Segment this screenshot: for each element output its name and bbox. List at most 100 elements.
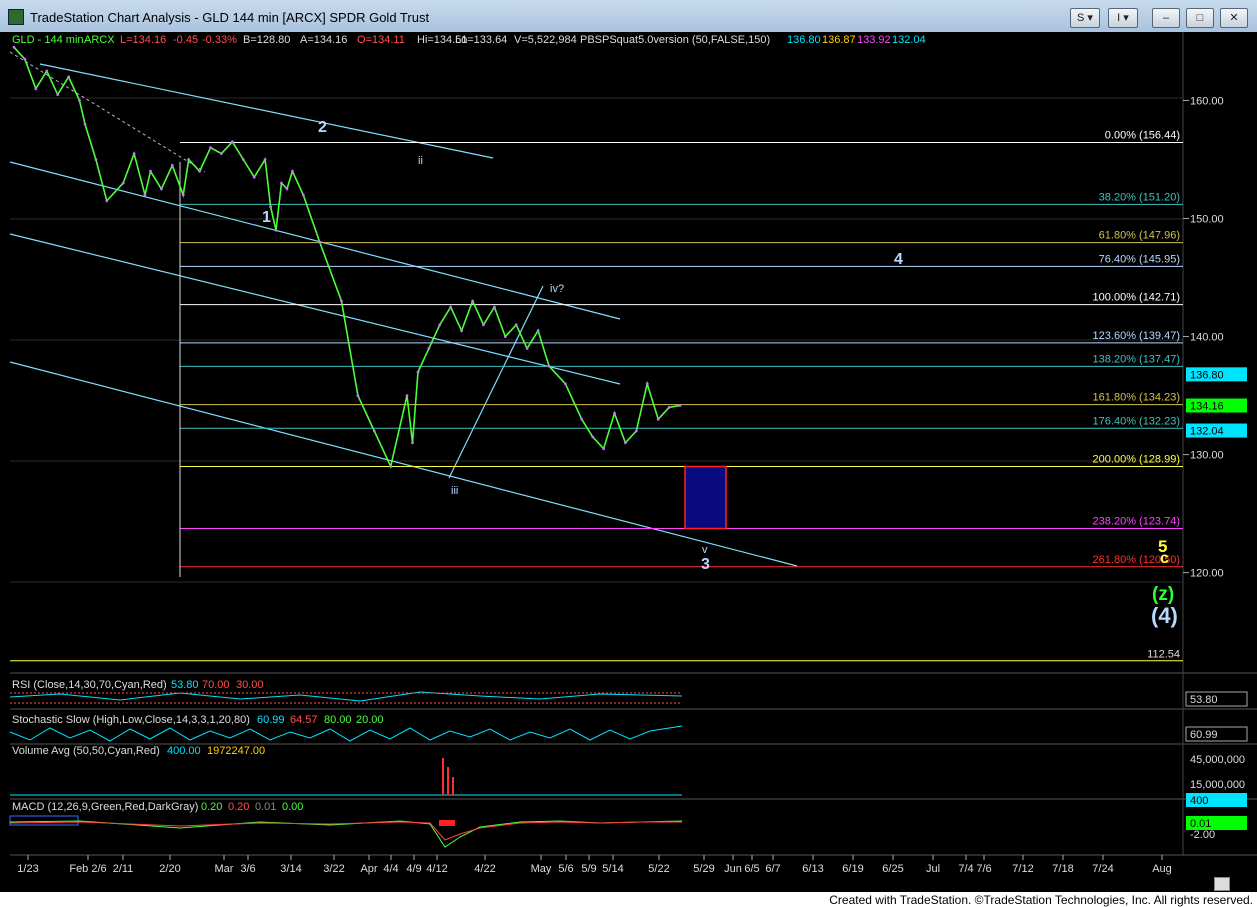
bid-price: B=128.80 [243,34,290,46]
price-tag: 136.80 [1190,369,1224,381]
price-point [269,205,272,209]
fib-label: 161.80% (134.23) [1093,392,1180,404]
price-point [198,169,202,173]
wave-label-iv: iv? [550,283,564,295]
wave-label-z: (z) [1152,584,1174,605]
indicator-link-button[interactable]: I ▾ [1108,8,1138,28]
price-tag: 134.16 [1190,401,1224,413]
price-point [493,305,496,309]
wave-label-iii: iii [451,485,458,497]
wave-label-c: c [1160,550,1169,567]
price-point [56,93,60,96]
price-point [291,169,294,173]
x-tick-label: Feb 2/6 [69,863,106,875]
price-point [634,429,638,433]
price-point [285,187,289,191]
stoch-d: 64.57 [290,714,318,726]
wave-label-4-primary: (4) [1151,603,1178,628]
price-point [78,99,81,102]
price-point [34,87,38,91]
price-point [460,329,463,333]
x-tick-label: Jul [926,863,940,875]
price-point [656,417,660,421]
study-value-1: 136.80 [787,34,821,46]
price-point [121,181,125,185]
horizontal-scrollbar[interactable] [1214,877,1230,891]
price-point [187,158,191,161]
price-point [514,323,518,327]
macd-value: 0.20 [201,801,222,813]
fib-label: 76.40% (145.95) [1099,253,1180,265]
exchange-label: ARCX [84,34,115,46]
footer: Created with TradeStation. ©TradeStation… [0,892,1257,907]
x-tick-label: 4/4 [383,863,398,875]
x-tick-label: 6/7 [765,863,780,875]
x-tick-label: 7/6 [976,863,991,875]
fib-label: 238.20% (123.74) [1093,516,1180,528]
x-tick-label: 6/5 [744,863,759,875]
fib-label: 61.80% (147.96) [1099,230,1180,242]
price-point [356,394,360,397]
y-tick-label: 160.00 [1190,95,1224,107]
macd-histogram: 0.01 [255,801,276,813]
rsi-tag: 53.80 [1190,694,1218,706]
chart-area[interactable]: 0.00% (156.44) 38.20% (151.20) 61.80% (147… [0,32,1257,894]
rsi-value: 53.80 [171,679,199,691]
macd-hist-bars [439,820,455,826]
price-point [389,465,393,468]
fib-label: 138.20% (137.47) [1093,353,1180,365]
stoch-tag: 60.99 [1190,729,1218,741]
fib-label: 176.40% (132.23) [1093,415,1180,427]
y-tick-label: 140.00 [1190,332,1224,344]
price-point [45,69,49,73]
price-point [427,347,431,350]
x-tick-label: 5/9 [581,863,596,875]
volume-tick-1: 45,000,000 [1190,754,1245,766]
price-point [564,382,567,386]
price-point [143,193,147,197]
support-label: 112.54 [1147,649,1180,661]
price-point [318,240,322,244]
x-tick-label: 4/9 [406,863,421,875]
price-point [602,447,605,451]
x-tick-label: 3/14 [280,863,301,875]
x-tick-label: 3/22 [323,863,344,875]
x-tick-label: 6/13 [802,863,823,875]
volume-tick-2: 15,000,000 [1190,779,1245,791]
fib-label: 38.20% (151.20) [1099,191,1180,203]
x-tick-label: 2/11 [113,863,134,875]
x-tick-label: 7/18 [1052,863,1073,875]
x-tick-label: 6/25 [882,863,903,875]
minimize-button[interactable]: – [1152,8,1180,28]
target-box [684,465,727,530]
title-bar: TradeStation Chart Analysis - GLD 144 mi… [0,0,1257,33]
close-button[interactable]: ✕ [1220,8,1248,28]
study-value-3: 133.92 [857,34,891,46]
price-point [170,164,174,167]
x-tick-label: 7/4 [958,863,973,875]
wave-label-4: 4 [894,251,903,268]
price-point [678,404,682,407]
volume-tag: 400 [1190,795,1208,807]
volume-avg-2: 1972247.00 [207,745,265,757]
macd-zero: 0.00 [282,801,303,813]
maximize-button[interactable]: □ [1186,8,1214,28]
price-point [482,323,485,327]
fib-label: 123.60% (139.47) [1093,330,1180,342]
symbol-link-button[interactable]: S ▾ [1070,8,1100,28]
low-price: Lo=133.64 [455,34,507,46]
x-tick-label: 6/19 [842,863,863,875]
price-point [449,305,453,309]
fib-label: 100.00% (142.71) [1093,292,1180,304]
price-point [252,175,256,179]
copyright-text: Created with TradeStation. ©TradeStation… [829,893,1253,907]
open-price: O=134.11 [357,34,405,46]
price-point [149,169,152,173]
rsi-oversold: 30.00 [236,679,264,691]
x-tick-label: 1/23 [17,863,38,875]
price-point [280,181,283,185]
wave-label-2: 2 [318,119,327,136]
study-value-4: 132.04 [892,34,926,46]
price-tags: 136.80 134.16 132.04 [1186,367,1247,438]
stoch-k: 60.99 [257,714,285,726]
